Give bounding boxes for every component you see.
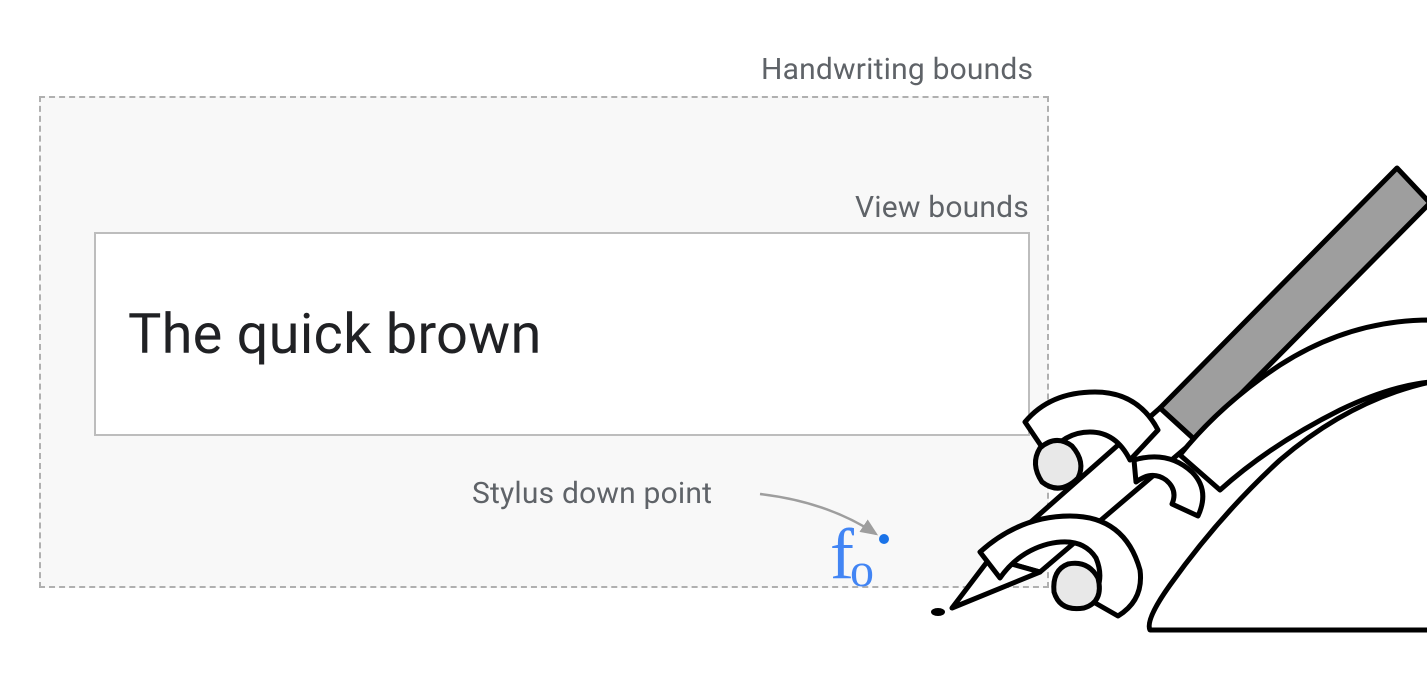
- diagram-stage: Handwriting bounds View bounds The quick…: [0, 0, 1427, 688]
- text-field-value: The quick brown: [96, 301, 542, 367]
- stylus-down-point-label: Stylus down point: [472, 476, 712, 511]
- handwriting-bounds-label: Handwriting bounds: [761, 52, 1033, 87]
- arrow-icon: [758, 490, 898, 550]
- hand-with-stylus-icon: [920, 160, 1427, 630]
- handwritten-char-o: o: [850, 547, 874, 595]
- text-field[interactable]: The quick brown: [94, 232, 1030, 436]
- stylus-down-dot: [879, 534, 889, 544]
- handwritten-ink: fo: [830, 518, 874, 590]
